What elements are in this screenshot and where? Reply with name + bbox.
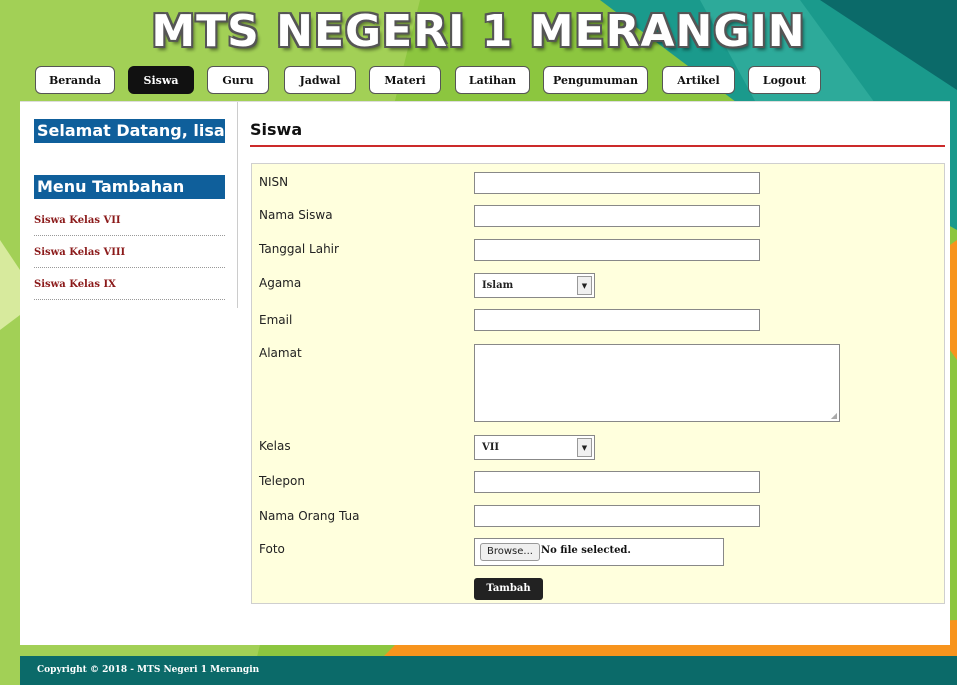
student-form: NISN Nama Siswa Tanggal Lahir Agama Isla… (251, 163, 945, 604)
email-input[interactable] (474, 309, 760, 331)
resize-handle-icon[interactable]: ◢ (831, 411, 837, 420)
alamat-label: Alamat (259, 346, 302, 360)
nisn-label: NISN (259, 175, 289, 189)
nama-orang-tua-input[interactable] (474, 505, 760, 527)
nisn-input[interactable] (474, 172, 760, 194)
email-label: Email (259, 313, 293, 327)
chevron-down-icon: ▼ (577, 438, 592, 457)
file-status-text: No file selected. (541, 545, 631, 556)
tanggal-lahir-input[interactable] (474, 239, 760, 261)
nav-pengumuman[interactable]: Pengumuman (543, 66, 648, 94)
sidebar-link-kelas-ix[interactable]: Siswa Kelas IX (34, 269, 225, 300)
footer: Copyright © 2018 - MTS Negeri 1 Merangin (20, 656, 957, 685)
sidebar-divider (237, 102, 238, 308)
nav-jadwal[interactable]: Jadwal (284, 66, 356, 94)
sidebar-link-kelas-vii[interactable]: Siswa Kelas VII (34, 205, 225, 236)
nav-logout[interactable]: Logout (748, 66, 821, 94)
chevron-down-icon: ▼ (577, 276, 592, 295)
page-title: Siswa (250, 120, 303, 139)
foto-file-input[interactable]: Browse... No file selected. (474, 538, 724, 566)
nama-siswa-input[interactable] (474, 205, 760, 227)
alamat-textarea[interactable]: ◢ (474, 344, 840, 422)
nama-orang-tua-label: Nama Orang Tua (259, 509, 360, 523)
nav-beranda[interactable]: Beranda (35, 66, 115, 94)
agama-selected-value: Islam (482, 280, 514, 291)
kelas-label: Kelas (259, 439, 291, 453)
tambah-button[interactable]: Tambah (474, 578, 543, 600)
agama-label: Agama (259, 276, 302, 290)
nav-siswa[interactable]: Siswa (128, 66, 194, 94)
nav-latihan[interactable]: Latihan (455, 66, 530, 94)
kelas-select[interactable]: VII ▼ (474, 435, 595, 460)
telepon-input[interactable] (474, 471, 760, 493)
nama-siswa-label: Nama Siswa (259, 208, 333, 222)
menu-tambahan-heading: Menu Tambahan (34, 175, 225, 199)
nav-materi[interactable]: Materi (369, 66, 441, 94)
telepon-label: Telepon (259, 474, 305, 488)
tanggal-lahir-label: Tanggal Lahir (259, 242, 339, 256)
welcome-heading: Selamat Datang, lisa (34, 119, 225, 143)
foto-label: Foto (259, 542, 285, 556)
nav-artikel[interactable]: Artikel (662, 66, 735, 94)
kelas-selected-value: VII (482, 442, 500, 453)
main-nav: Beranda Siswa Guru Jadwal Materi Latihan… (0, 66, 957, 96)
nav-guru[interactable]: Guru (207, 66, 269, 94)
title-underline (250, 145, 945, 147)
footer-copyright: Copyright © 2018 - MTS Negeri 1 Merangin (37, 665, 260, 675)
browse-button[interactable]: Browse... (480, 543, 540, 561)
agama-select[interactable]: Islam ▼ (474, 273, 595, 298)
sidebar-link-kelas-viii[interactable]: Siswa Kelas VIII (34, 237, 225, 268)
site-title: MTS NEGERI 1 MERANGIN (151, 6, 806, 57)
content-panel: Selamat Datang, lisa Menu Tambahan Siswa… (20, 101, 950, 645)
